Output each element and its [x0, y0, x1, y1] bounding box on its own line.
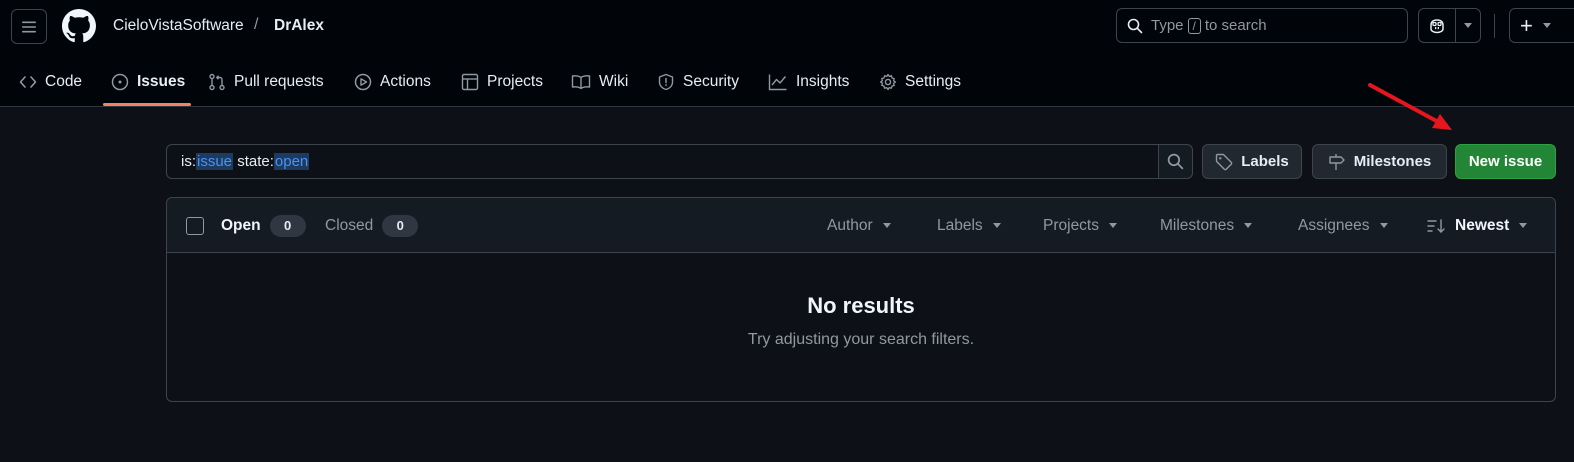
- tag-icon: [1216, 153, 1233, 170]
- select-all-checkbox[interactable]: [186, 217, 204, 235]
- author-filter-dropdown[interactable]: Author: [827, 198, 891, 253]
- tab-label: Insights: [796, 72, 850, 90]
- graph-icon: [768, 74, 787, 90]
- labels-filter-dropdown[interactable]: Labels: [937, 198, 1001, 253]
- copilot-icon: [1430, 18, 1444, 33]
- tab-projects[interactable]: Projects: [461, 56, 543, 107]
- tab-settings[interactable]: Settings: [879, 56, 961, 107]
- annotation-arrow-icon: [1368, 83, 1452, 130]
- tab-security[interactable]: Security: [657, 56, 739, 107]
- dropdown-label: Labels: [937, 216, 983, 234]
- milestones-button[interactable]: Milestones: [1312, 144, 1447, 179]
- play-icon: [354, 73, 372, 90]
- github-logo-icon[interactable]: [62, 9, 96, 43]
- filter-qualifier-value: issue: [196, 153, 234, 170]
- copilot-dropdown-button[interactable]: [1456, 23, 1480, 28]
- plus-icon: +: [1520, 12, 1533, 38]
- active-tab-underline: [103, 103, 191, 106]
- closed-issues-tab[interactable]: Closed 0: [325, 198, 419, 253]
- chevron-down-icon: [882, 223, 891, 228]
- global-header: CieloVistaSoftware / DrAlex Type / to se…: [0, 0, 1574, 107]
- chevron-down-icon: [992, 223, 1001, 228]
- tab-issues[interactable]: Issues: [111, 56, 185, 107]
- sort-label: Newest: [1455, 216, 1510, 234]
- tab-insights[interactable]: Insights: [768, 56, 849, 107]
- new-issue-button[interactable]: New issue: [1455, 144, 1556, 179]
- issues-list: Open 0 Closed 0 Author Labels Projects M…: [166, 197, 1556, 402]
- search-icon: [1127, 18, 1143, 33]
- closed-count-badge: 0: [382, 214, 419, 237]
- filter-qualifier-value: open: [273, 153, 310, 170]
- empty-state-title: No results: [807, 293, 915, 318]
- blankslate: No results Try adjusting your search fil…: [167, 253, 1555, 401]
- shield-icon: [658, 73, 674, 90]
- tab-pull-requests[interactable]: Pull requests: [208, 56, 324, 107]
- dropdown-label: Milestones: [1160, 216, 1235, 234]
- menu-button[interactable]: [11, 9, 47, 44]
- create-new-button[interactable]: +: [1509, 8, 1574, 43]
- assignees-filter-dropdown[interactable]: Assignees: [1298, 198, 1388, 253]
- search-placeholder-prefix: Type: [1151, 17, 1184, 34]
- milestones-filter-dropdown[interactable]: Milestones: [1160, 198, 1253, 253]
- issue-opened-icon: [111, 73, 129, 90]
- breadcrumb-separator: /: [254, 16, 259, 33]
- issues-filter-input[interactable]: is: issue state: open: [166, 144, 1159, 179]
- sort-dropdown[interactable]: Newest: [1427, 198, 1528, 253]
- new-issue-button-label: New issue: [1468, 153, 1543, 170]
- book-icon: [571, 74, 591, 89]
- tab-wiki[interactable]: Wiki: [571, 56, 628, 107]
- gear-icon: [879, 73, 897, 90]
- search-placeholder-suffix: to search: [1204, 17, 1267, 34]
- filter-qualifier-key: is:: [181, 153, 196, 170]
- tab-label: Wiki: [599, 72, 629, 90]
- repo-nav: Code Issues Pull requests Actions Projec…: [0, 56, 1574, 107]
- table-icon: [461, 73, 479, 90]
- search-shortcut-key: /: [1187, 17, 1201, 34]
- chevron-down-icon: [1464, 23, 1472, 28]
- issues-list-header: Open 0 Closed 0 Author Labels Projects M…: [167, 198, 1555, 253]
- header-divider: [1494, 14, 1495, 38]
- sort-desc-icon: [1427, 218, 1445, 233]
- code-icon: [19, 75, 37, 88]
- open-tab-label: Open: [221, 216, 261, 234]
- milestones-button-label: Milestones: [1353, 153, 1432, 170]
- git-pull-request-icon: [209, 73, 225, 90]
- filter-search-button[interactable]: [1158, 144, 1193, 179]
- closed-tab-label: Closed: [325, 216, 374, 234]
- tab-label: Issues: [137, 72, 186, 90]
- tab-label: Security: [683, 72, 739, 90]
- tab-label: Projects: [487, 72, 543, 90]
- chevron-down-icon: [1542, 23, 1551, 28]
- tab-actions[interactable]: Actions: [354, 56, 431, 107]
- tab-label: Code: [45, 72, 83, 90]
- global-search-input[interactable]: Type / to search: [1116, 8, 1408, 43]
- chevron-down-icon: [1379, 223, 1388, 228]
- hamburger-icon: [22, 21, 36, 32]
- labels-button-label: Labels: [1241, 153, 1289, 170]
- dropdown-label: Projects: [1043, 216, 1099, 234]
- chevron-down-icon: [1109, 223, 1117, 228]
- open-issues-tab[interactable]: Open 0: [221, 198, 306, 253]
- projects-filter-dropdown[interactable]: Projects: [1043, 198, 1117, 253]
- breadcrumb-owner[interactable]: CieloVistaSoftware: [113, 17, 244, 35]
- tab-label: Settings: [905, 72, 962, 90]
- open-count-badge: 0: [269, 214, 306, 237]
- chevron-down-icon: [1244, 223, 1253, 228]
- copilot-button[interactable]: [1418, 8, 1481, 43]
- empty-state-description: Try adjusting your search filters.: [747, 331, 975, 348]
- labels-button[interactable]: Labels: [1202, 144, 1302, 179]
- filter-qualifier-key: state:: [237, 153, 274, 170]
- search-icon: [1167, 153, 1184, 170]
- tab-code[interactable]: Code: [19, 56, 82, 107]
- tab-label: Pull requests: [234, 72, 324, 90]
- copilot-chat-button[interactable]: [1419, 9, 1456, 42]
- dropdown-label: Assignees: [1298, 216, 1370, 234]
- milestone-icon: [1329, 153, 1345, 170]
- breadcrumb-repo[interactable]: DrAlex: [274, 17, 324, 35]
- chevron-down-icon: [1519, 223, 1528, 228]
- dropdown-label: Author: [827, 216, 873, 234]
- tab-label: Actions: [380, 72, 431, 90]
